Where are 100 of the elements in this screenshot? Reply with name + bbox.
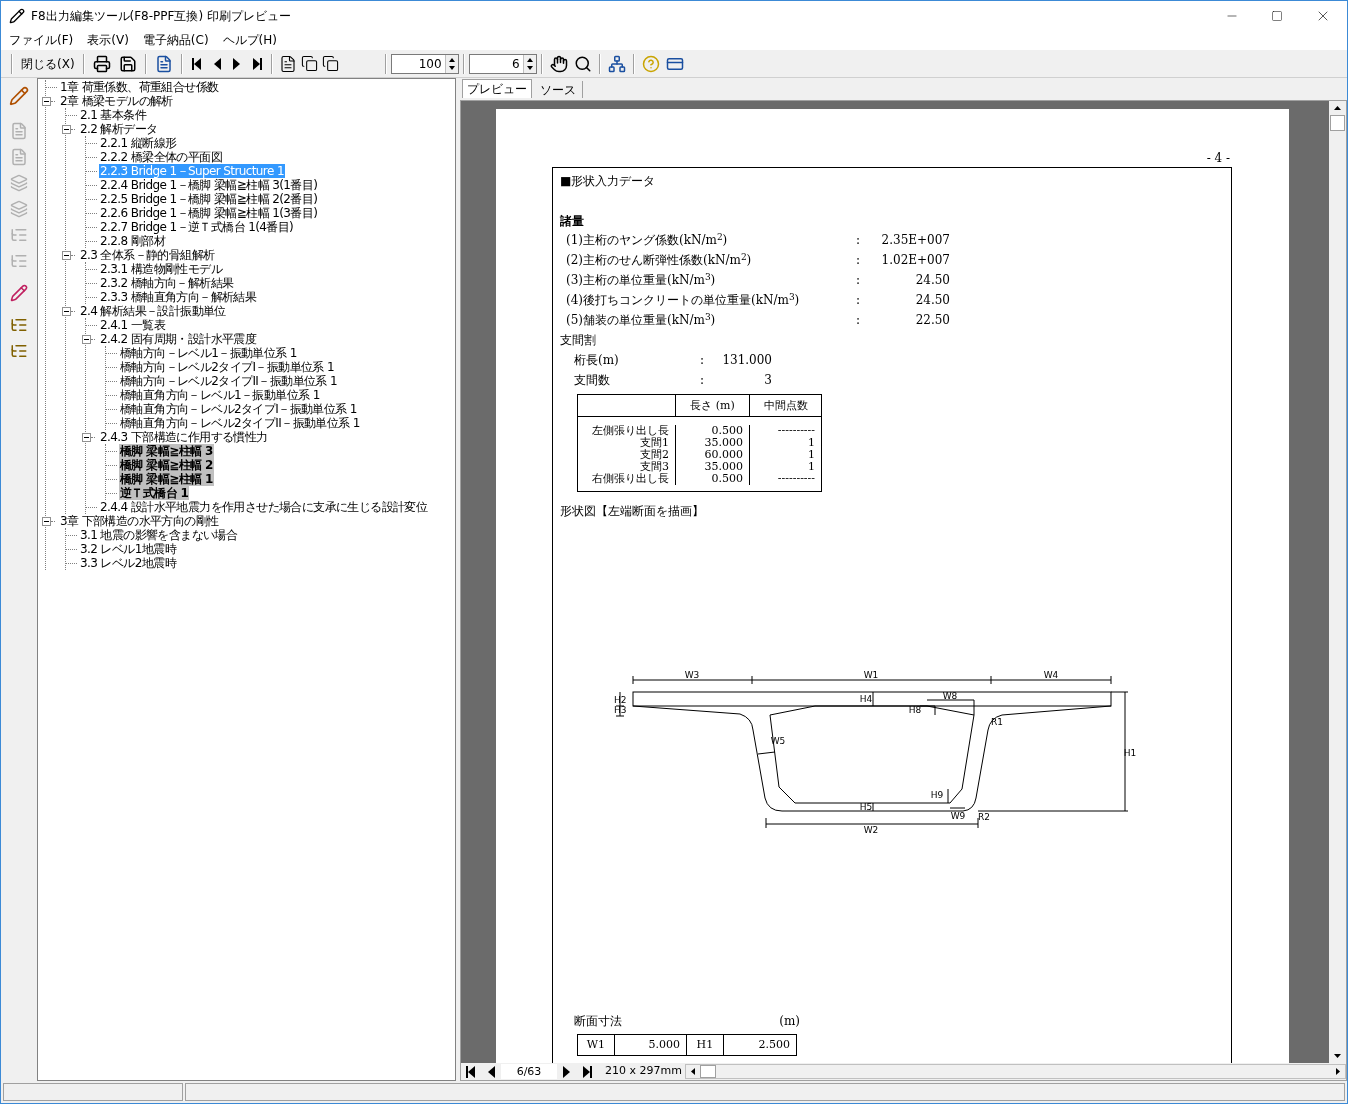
property-value: 2.35E+007 (880, 232, 950, 249)
collapse-toggle[interactable] (42, 516, 51, 526)
tree-item[interactable]: 逆Ｔ式橋台 1 (119, 486, 190, 500)
dimension-label: H8 (908, 705, 922, 715)
tree-item[interactable]: 2.4.2 固有周期・設計水平震度 (99, 332, 258, 346)
property-value: 24.50 (914, 272, 950, 289)
document-icon[interactable] (154, 54, 173, 73)
tree-item[interactable]: 3.3 レベル2地震時 (79, 556, 177, 570)
tab[interactable]: ソース (534, 81, 583, 98)
property-label: (5)舗装の単位重量(kN/m$^{3}$) (566, 311, 717, 329)
spin-field[interactable]: 6 (468, 53, 537, 74)
tab[interactable]: プレビュー (462, 79, 532, 98)
tree-item[interactable]: 2.2.6 Bridge 1－橋脚 梁幅≧柱幅 1(3番目) (99, 206, 319, 220)
tree-item[interactable]: 3.1 地震の影響を含まない場合 (79, 528, 239, 542)
tree-item[interactable]: 2.2.4 Bridge 1－橋脚 梁幅≧柱幅 3(1番目) (99, 178, 319, 192)
menu-item[interactable]: 表示(V) (87, 31, 129, 49)
tree-item[interactable]: 2.4 解析結果－設計振動単位 (79, 304, 227, 318)
spin-field[interactable]: 100 (390, 53, 459, 74)
tree-item[interactable]: 橋軸直角方向－レベル2タイプII－振動単位系 1 (119, 416, 361, 430)
tree-item[interactable]: 橋脚 梁幅≧柱幅 1 (119, 472, 214, 486)
property-value: 22.50 (914, 312, 950, 329)
tree-item[interactable]: 橋軸直角方向－レベル1－振動単位系 1 (119, 388, 321, 402)
tree-item[interactable]: 2.2 解析データ (79, 122, 159, 136)
first-page-icon[interactable] (190, 56, 203, 71)
tree-item[interactable]: 2.4.4 設計水平地震力を作用させた場合に支承に生じる設計変位 (99, 500, 429, 514)
tree-item[interactable]: 2.4.3 下部構造に作用する慣性力 (99, 430, 269, 444)
tree-item[interactable]: 2.3.2 橋軸方向－解析結果 (99, 276, 235, 290)
save-icon[interactable] (118, 54, 137, 73)
tree-item[interactable]: 橋軸方向－レベル1－振動単位系 1 (119, 346, 298, 360)
tree-icon[interactable] (10, 316, 28, 334)
collapse-toggle[interactable] (82, 432, 91, 442)
tree-icon[interactable] (10, 342, 28, 360)
pencil-icon[interactable] (10, 284, 28, 302)
menu-item[interactable]: ファイル(F) (9, 31, 74, 49)
span-label: 桁長(m) (574, 352, 620, 369)
tree-item[interactable]: 2.3.3 橋軸直角方向－解析結果 (99, 290, 258, 304)
span-label: 支間数 (574, 372, 611, 389)
hand-icon[interactable] (549, 54, 568, 73)
colon: : (856, 232, 862, 249)
tree-item[interactable]: 1章 荷重係数、荷重組合せ係数 (59, 80, 220, 94)
table-cell-text: 0.500 (710, 425, 743, 437)
property-label: (3)主桁の単位重量(kN/m$^{3}$) (566, 271, 717, 289)
scroll-thumb[interactable] (700, 1065, 716, 1078)
double-page-icon[interactable] (321, 55, 339, 72)
tree-item[interactable]: 2.2.5 Bridge 1－橋脚 梁幅≧柱幅 2(2番目) (99, 192, 319, 206)
collapse-toggle[interactable] (82, 334, 91, 344)
table-cell-text: 35.000 (703, 461, 743, 473)
dimension-label: H2 (614, 695, 627, 705)
tree-item[interactable]: 2.3.1 構造物剛性モデル (99, 262, 223, 276)
colon: : (856, 252, 862, 269)
horizontal-scrollbar[interactable] (685, 1064, 1346, 1079)
table-cell-text: 支間2 (639, 449, 669, 461)
last-page-icon[interactable] (581, 1064, 593, 1079)
section-heading: 支間割 (560, 332, 597, 349)
table-cell-text: 支間1 (639, 437, 669, 449)
printer-icon[interactable] (92, 54, 111, 73)
page-field[interactable]: 6/63 (501, 1064, 557, 1079)
scroll-thumb[interactable] (1330, 115, 1345, 131)
collapse-toggle[interactable] (62, 306, 71, 316)
last-page-icon[interactable] (250, 56, 263, 71)
menu-item[interactable]: ヘルプ(H) (222, 31, 277, 49)
collapse-toggle[interactable] (62, 124, 71, 134)
collapse-toggle[interactable] (62, 250, 71, 260)
first-page-icon[interactable] (465, 1064, 477, 1079)
menu-item[interactable]: 電子納品(C) (142, 31, 209, 49)
table-cell: 5.000 (614, 1035, 687, 1055)
app-icon (9, 7, 25, 24)
tree-item[interactable]: 3章 下部構造の水平方向の剛性 (59, 514, 220, 528)
tree-item[interactable]: 2.1 基本条件 (79, 108, 148, 122)
maximize-icon[interactable] (1271, 9, 1283, 22)
dimension-label: W1 (863, 670, 879, 680)
tree-item[interactable]: 橋軸方向－レベル2タイプII－振動単位系 1 (119, 374, 338, 388)
table-cell-text: 1 (807, 449, 815, 461)
colon: : (856, 292, 862, 309)
dimension-label: R1 (991, 717, 1003, 727)
dimension-label: H9 (930, 790, 944, 800)
double-page-icon[interactable] (300, 55, 318, 72)
search-icon[interactable] (573, 54, 592, 73)
collapse-toggle[interactable] (42, 96, 51, 106)
table-cell: H1 (687, 1035, 724, 1055)
tree-item[interactable]: 橋脚 梁幅≧柱幅 3 (119, 444, 214, 458)
paper-size: 210 x 297mm (605, 1063, 683, 1080)
pencil-icon[interactable] (9, 86, 29, 106)
tree-item[interactable]: 2.2.1 縦断線形 (99, 136, 178, 150)
tree-item[interactable]: 3.2 レベル1地震時 (79, 542, 177, 556)
colon: : (700, 352, 706, 369)
tree-item[interactable]: 2.4.1 一覧表 (99, 318, 166, 332)
dimension-label: W2 (863, 825, 879, 835)
tree-item[interactable]: 2章 橋梁モデルの解析 (59, 94, 174, 108)
table-cell-text: 1 (807, 461, 815, 473)
tree-item[interactable]: 2.3 全体系－静的骨組解析 (79, 248, 216, 262)
tree-item[interactable]: 2.2.7 Bridge 1－逆Ｔ式橋台 1(4番目) (99, 220, 295, 234)
tree-item[interactable]: 2.2.8 剛部材 (99, 234, 166, 248)
tree-item[interactable]: 橋軸直角方向－レベル2タイプI－振動単位系 1 (119, 402, 358, 416)
tree-item[interactable]: 橋脚 梁幅≧柱幅 2 (119, 458, 214, 472)
page-icon[interactable] (278, 54, 297, 73)
tree-item[interactable]: 2.2.2 橋梁全体の平面図 (99, 150, 223, 164)
span-value: 3 (763, 372, 772, 389)
close-button[interactable]: 閉じる(X) (17, 52, 79, 75)
tree-item[interactable]: 橋軸方向－レベル2タイプI－振動単位系 1 (119, 360, 336, 374)
